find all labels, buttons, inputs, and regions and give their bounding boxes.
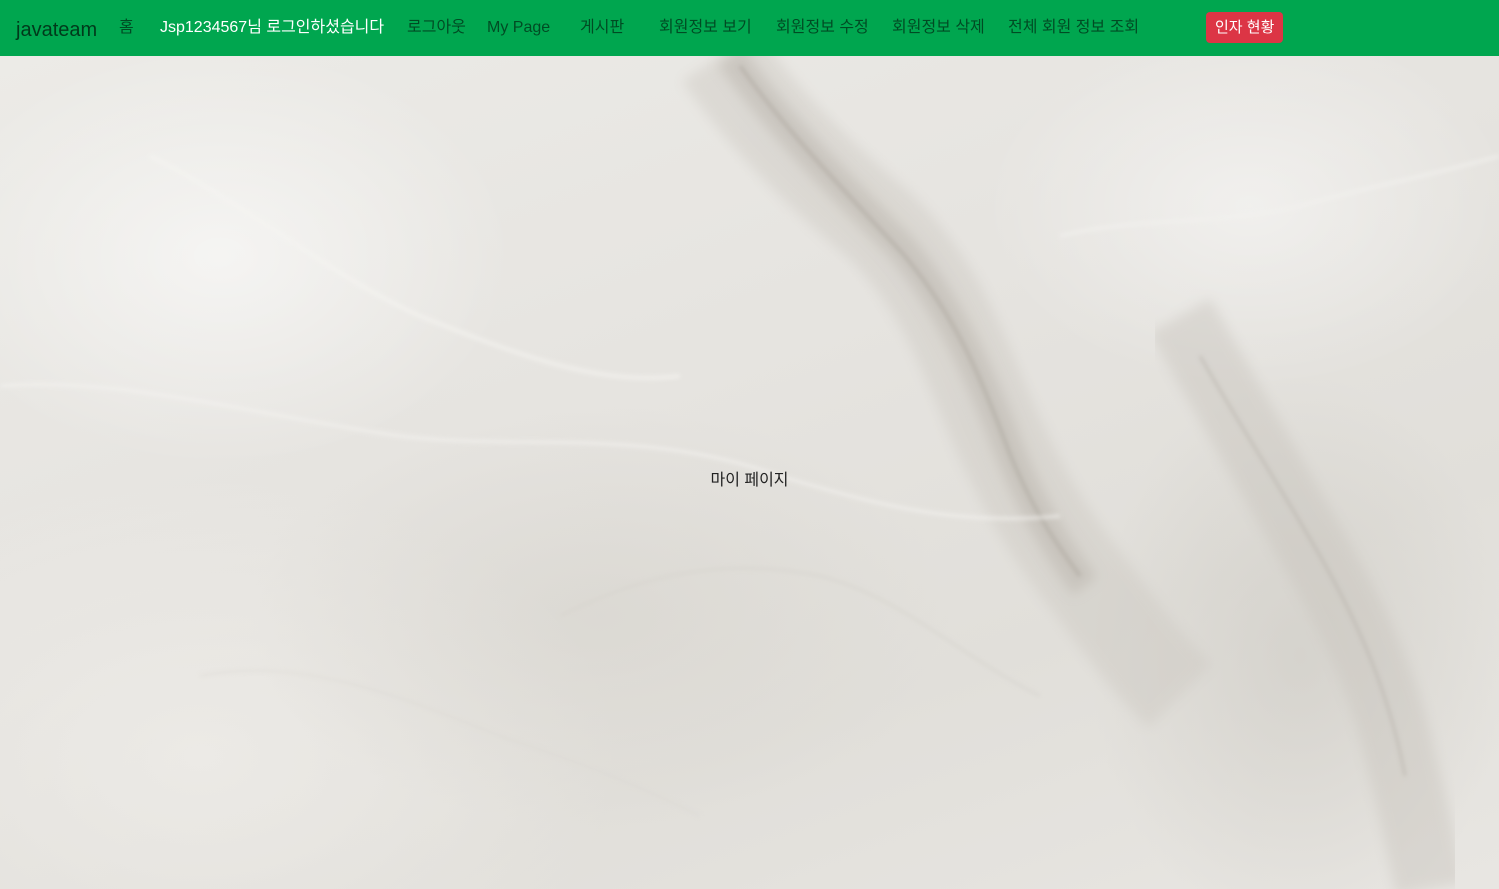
page-title: 마이 페이지 xyxy=(710,472,789,489)
nav-logout-link[interactable]: 로그아웃 xyxy=(407,0,466,56)
nav-board-link[interactable]: 게시판 xyxy=(580,0,624,56)
nav-member-all-link[interactable]: 전체 회원 정보 조회 xyxy=(1008,0,1139,56)
stats-button[interactable]: 인자 현황 xyxy=(1206,12,1284,43)
nav-member-view-link[interactable]: 회원정보 보기 xyxy=(659,0,752,56)
nav-member-update-link[interactable]: 회원정보 수정 xyxy=(776,0,869,56)
nav-mypage-link[interactable]: My Page xyxy=(487,0,550,56)
nav-member-delete-link[interactable]: 회원정보 삭제 xyxy=(892,0,985,56)
nav-home-link[interactable]: 홈 xyxy=(119,0,134,56)
brand-link[interactable]: javateam xyxy=(16,2,97,58)
top-navbar: javateam 홈 Jsp1234567님 로그인하셨습니다 로그아웃 My … xyxy=(0,0,1499,56)
nav-user-greeting[interactable]: Jsp1234567님 로그인하셨습니다 xyxy=(160,0,384,56)
